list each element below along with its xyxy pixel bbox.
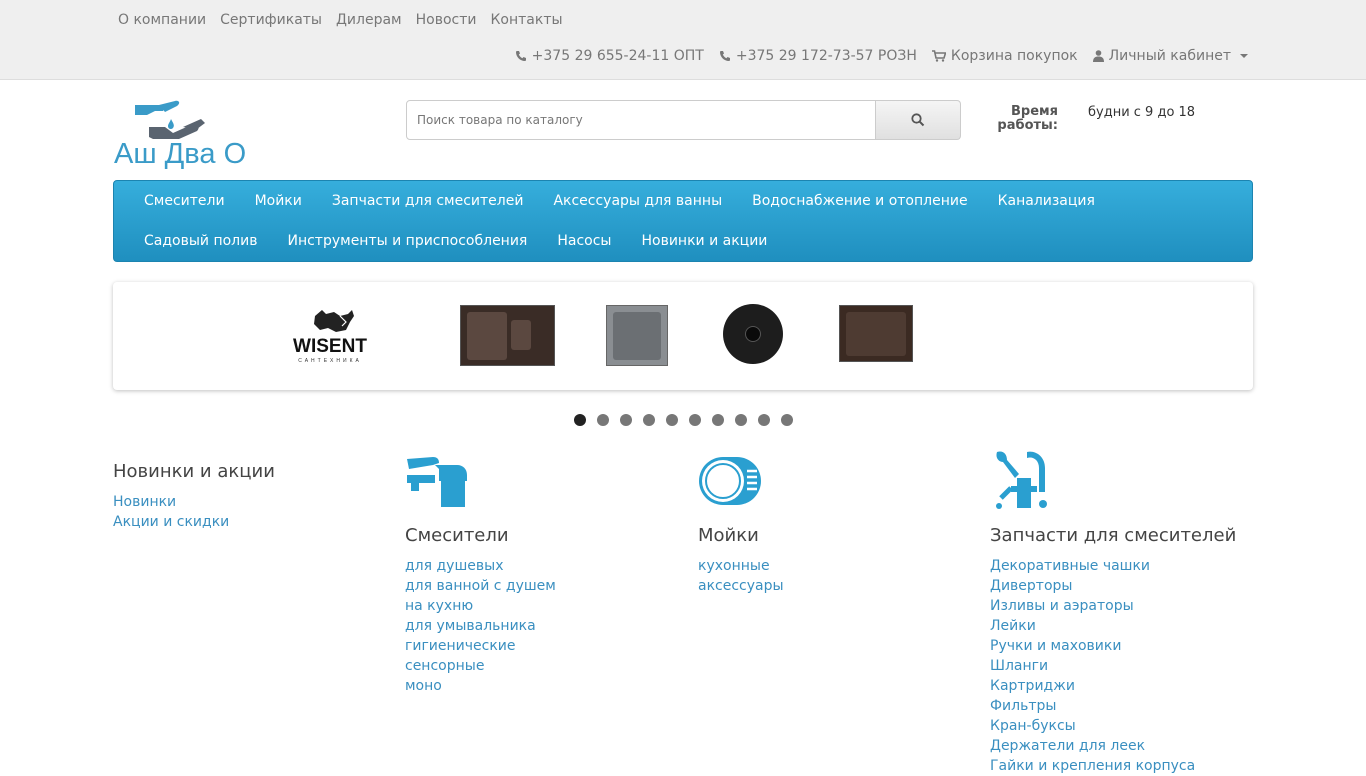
category-link[interactable]: сенсорные xyxy=(405,656,556,676)
carousel-dot[interactable] xyxy=(689,414,701,426)
search-bar xyxy=(406,100,961,140)
category-link[interactable]: Картриджи xyxy=(990,676,1236,696)
main-nav-tools[interactable]: Инструменты и приспособления xyxy=(272,221,542,261)
carousel-dot[interactable] xyxy=(666,414,678,426)
sink-product-image[interactable] xyxy=(839,305,913,362)
top-nav-dealers[interactable]: Дилерам xyxy=(329,10,409,30)
search-input[interactable] xyxy=(406,100,877,140)
category-link[interactable]: Кран-буксы xyxy=(990,716,1236,736)
main-nav-bath-accessories[interactable]: Аксессуары для ванны xyxy=(538,181,737,221)
main-nav-mixers[interactable]: Смесители xyxy=(129,181,240,221)
category-link[interactable]: Шланги xyxy=(990,656,1236,676)
contact-bar: +375 29 655-24-11 ОПТ +375 29 172-73-57 … xyxy=(515,46,1248,66)
carousel-dot[interactable] xyxy=(712,414,724,426)
category-link[interactable]: моно xyxy=(405,676,556,696)
main-nav-garden[interactable]: Садовый полив xyxy=(129,221,272,261)
category-link[interactable]: кухонные xyxy=(698,556,784,576)
category-link[interactable]: Фильтры xyxy=(990,696,1236,716)
phone-icon xyxy=(719,51,730,61)
sink-product-image[interactable] xyxy=(723,304,783,364)
category-title[interactable]: Мойки xyxy=(698,524,784,548)
product-carousel[interactable]: WISENT САНТЕХНИКА xyxy=(113,282,1253,390)
carousel-dots xyxy=(574,414,793,426)
sink-icon[interactable] xyxy=(697,455,763,507)
category-title[interactable]: Смесители xyxy=(405,524,556,548)
top-nav-news[interactable]: Новости xyxy=(409,10,484,30)
cart-icon xyxy=(931,50,946,62)
carousel-dot[interactable] xyxy=(597,414,609,426)
category-link[interactable]: Диверторы xyxy=(990,576,1236,596)
account-dropdown[interactable]: Личный кабинет xyxy=(1092,46,1248,66)
category-link[interactable]: для умывальника xyxy=(405,616,556,636)
category-link[interactable]: Ручки и маховики xyxy=(990,636,1236,656)
category-link[interactable]: для душевых xyxy=(405,556,556,576)
category-link[interactable]: Лейки xyxy=(990,616,1236,636)
caret-down-icon xyxy=(1240,54,1248,58)
carousel-dot[interactable] xyxy=(574,414,586,426)
main-nav-new-promo[interactable]: Новинки и акции xyxy=(626,221,782,261)
account-text: Личный кабинет xyxy=(1108,48,1231,64)
category-link[interactable]: Держатели для леек xyxy=(990,736,1236,756)
category-link[interactable]: гигиенические xyxy=(405,636,556,656)
logo-text: Аш Два О xyxy=(114,138,247,170)
category-mixer-parts: Запчасти для смесителей Декоративные чаш… xyxy=(990,524,1236,776)
top-nav-certificates[interactable]: Сертификаты xyxy=(213,10,329,30)
main-nav-sewerage[interactable]: Канализация xyxy=(983,181,1110,221)
phone-rozn-link[interactable]: +375 29 172-73-57 РОЗН xyxy=(719,46,917,66)
tools-icon[interactable] xyxy=(993,448,1053,514)
category-link[interactable]: Новинки xyxy=(113,492,275,512)
category-link[interactable]: Гайки и крепления корпуса xyxy=(990,756,1236,776)
carousel-dot[interactable] xyxy=(735,414,747,426)
phone-rozn-text: +375 29 172-73-57 РОЗН xyxy=(735,48,917,64)
top-nav-contacts[interactable]: Контакты xyxy=(483,10,569,30)
search-button[interactable] xyxy=(876,100,961,140)
user-icon xyxy=(1092,50,1104,62)
category-link[interactable]: для ванной с душем xyxy=(405,576,556,596)
phone-icon xyxy=(515,51,526,61)
top-nav: О компании Сертификаты Дилерам Новости К… xyxy=(111,10,570,30)
wisent-logo[interactable]: WISENT САНТЕХНИКА xyxy=(270,308,390,366)
hours-label: Время работы: xyxy=(997,104,1058,133)
brand-name: WISENT xyxy=(293,336,367,357)
category-sinks: Мойки кухонные аксессуары xyxy=(698,524,784,596)
cart-text: Корзина покупок xyxy=(950,48,1078,64)
faucet-icon[interactable] xyxy=(405,455,471,510)
sink-product-image[interactable] xyxy=(460,305,555,366)
sink-product-image[interactable] xyxy=(606,305,668,366)
brand-sub: САНТЕХНИКА xyxy=(298,358,362,364)
category-link[interactable]: Декоративные чашки xyxy=(990,556,1236,576)
carousel-dot[interactable] xyxy=(758,414,770,426)
category-link[interactable]: Акции и скидки xyxy=(113,512,275,532)
main-nav-water-heating[interactable]: Водоснабжение и отопление xyxy=(737,181,982,221)
phone-opt-link[interactable]: +375 29 655-24-11 ОПТ xyxy=(515,46,704,66)
category-new-promo: Новинки и акции Новинки Акции и скидки xyxy=(113,460,275,532)
phone-opt-text: +375 29 655-24-11 ОПТ xyxy=(531,48,704,64)
top-nav-about[interactable]: О компании xyxy=(111,10,213,30)
hours-value: будни с 9 до 18 xyxy=(1088,105,1196,120)
main-nav-pumps[interactable]: Насосы xyxy=(542,221,626,261)
category-title[interactable]: Новинки и акции xyxy=(113,460,275,484)
carousel-dot[interactable] xyxy=(643,414,655,426)
main-nav-mixer-parts[interactable]: Запчасти для смесителей xyxy=(317,181,539,221)
carousel-dot[interactable] xyxy=(620,414,632,426)
category-link[interactable]: аксессуары xyxy=(698,576,784,596)
category-title[interactable]: Запчасти для смесителей xyxy=(990,524,1236,548)
search-icon xyxy=(911,113,925,127)
category-link[interactable]: на кухню xyxy=(405,596,556,616)
main-nav: Смесители Мойки Запчасти для смесителей … xyxy=(113,180,1253,262)
main-nav-sinks[interactable]: Мойки xyxy=(240,181,317,221)
carousel-dot[interactable] xyxy=(781,414,793,426)
cart-link[interactable]: Корзина покупок xyxy=(931,46,1078,66)
top-bar: О компании Сертификаты Дилерам Новости К… xyxy=(0,0,1366,80)
category-link[interactable]: Изливы и аэраторы xyxy=(990,596,1236,616)
category-mixers: Смесители для душевых для ванной с душем… xyxy=(405,524,556,696)
